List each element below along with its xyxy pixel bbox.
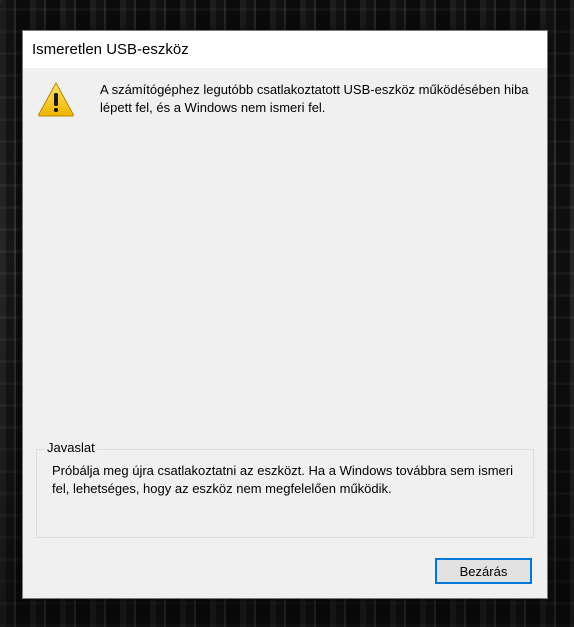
error-message: A számítógéphez legutóbb csatlakoztatott… [100, 82, 529, 115]
suggestion-text: Próbálja meg újra csatlakoztatni az eszk… [52, 463, 513, 496]
close-button[interactable]: Bezárás [435, 558, 532, 584]
suggestion-group: Javaslat Próbálja meg újra csatlakoztatn… [36, 440, 534, 538]
usb-error-dialog: Ismeretlen USB-eszköz A számítógéphez le… [22, 30, 548, 599]
dialog-body: A számítógéphez legutóbb csatlakoztatott… [23, 68, 547, 599]
warning-icon [37, 81, 75, 117]
dialog-title: Ismeretlen USB-eszköz [32, 41, 189, 58]
suggestion-legend: Javaslat [45, 440, 97, 455]
dialog-titlebar[interactable]: Ismeretlen USB-eszköz [23, 31, 547, 68]
